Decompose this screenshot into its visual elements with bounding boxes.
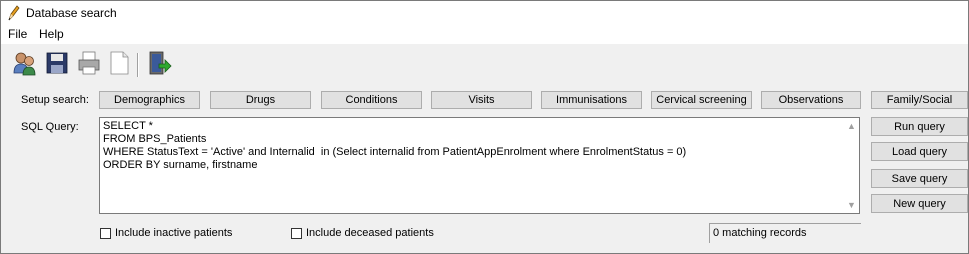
menu-help[interactable]: Help xyxy=(37,27,66,41)
print-button[interactable] xyxy=(75,49,103,77)
exit-icon xyxy=(149,51,172,75)
observations-button[interactable]: Observations xyxy=(761,91,861,109)
load-query-button[interactable]: Load query xyxy=(871,142,968,161)
setup-search-label: Setup search: xyxy=(21,94,89,106)
save-button[interactable] xyxy=(43,49,71,77)
include-inactive-label: Include inactive patients xyxy=(115,227,233,239)
new-query-button[interactable]: New query xyxy=(871,194,968,213)
window-title: Database search xyxy=(26,6,117,20)
demographics-button[interactable]: Demographics xyxy=(99,91,200,109)
family-social-button[interactable]: Family/Social xyxy=(871,91,968,109)
scroll-down-icon[interactable]: ▼ xyxy=(847,200,856,210)
menu-bar: File Help xyxy=(1,25,968,44)
include-inactive-option[interactable]: Include inactive patients xyxy=(100,227,232,239)
save-icon xyxy=(46,52,68,74)
sql-line: SELECT * xyxy=(103,120,153,132)
patients-button[interactable] xyxy=(11,49,39,77)
drugs-button[interactable]: Drugs xyxy=(210,91,311,109)
toolbar-separator xyxy=(137,53,139,77)
database-search-window: Database search File Help Setup search: … xyxy=(0,0,969,254)
exit-button[interactable] xyxy=(145,49,173,77)
sql-query-textarea[interactable]: SELECT * FROM BPS_Patients WHERE StatusT… xyxy=(99,117,860,214)
print-icon xyxy=(78,51,100,75)
matching-records-status: 0 matching records xyxy=(709,223,861,243)
patients-icon xyxy=(13,52,36,76)
immunisations-button[interactable]: Immunisations xyxy=(541,91,642,109)
new-document-button[interactable] xyxy=(105,49,133,77)
conditions-button[interactable]: Conditions xyxy=(321,91,422,109)
include-deceased-checkbox[interactable] xyxy=(291,227,302,239)
save-query-button[interactable]: Save query xyxy=(871,169,968,188)
pencil-icon xyxy=(8,5,20,21)
sql-query-label: SQL Query: xyxy=(21,121,79,133)
visits-button[interactable]: Visits xyxy=(431,91,532,109)
sql-line: ORDER BY surname, firstname xyxy=(103,159,258,171)
vertical-scrollbar[interactable]: ▲ ▼ xyxy=(843,118,859,213)
include-deceased-option[interactable]: Include deceased patients xyxy=(291,227,434,239)
toolbar xyxy=(1,45,968,81)
matching-records-text: 0 matching records xyxy=(713,227,807,239)
new-document-icon xyxy=(110,51,129,75)
include-inactive-checkbox[interactable] xyxy=(100,227,111,239)
cervical-screening-button[interactable]: Cervical screening xyxy=(651,91,752,109)
scroll-up-icon[interactable]: ▲ xyxy=(847,121,856,131)
title-bar: Database search xyxy=(1,1,968,25)
run-query-button[interactable]: Run query xyxy=(871,117,968,136)
menu-file[interactable]: File xyxy=(6,27,29,41)
include-deceased-label: Include deceased patients xyxy=(306,227,434,239)
sql-line: FROM BPS_Patients xyxy=(103,133,207,145)
sql-line: WHERE StatusText = 'Active' and Internal… xyxy=(103,146,687,158)
